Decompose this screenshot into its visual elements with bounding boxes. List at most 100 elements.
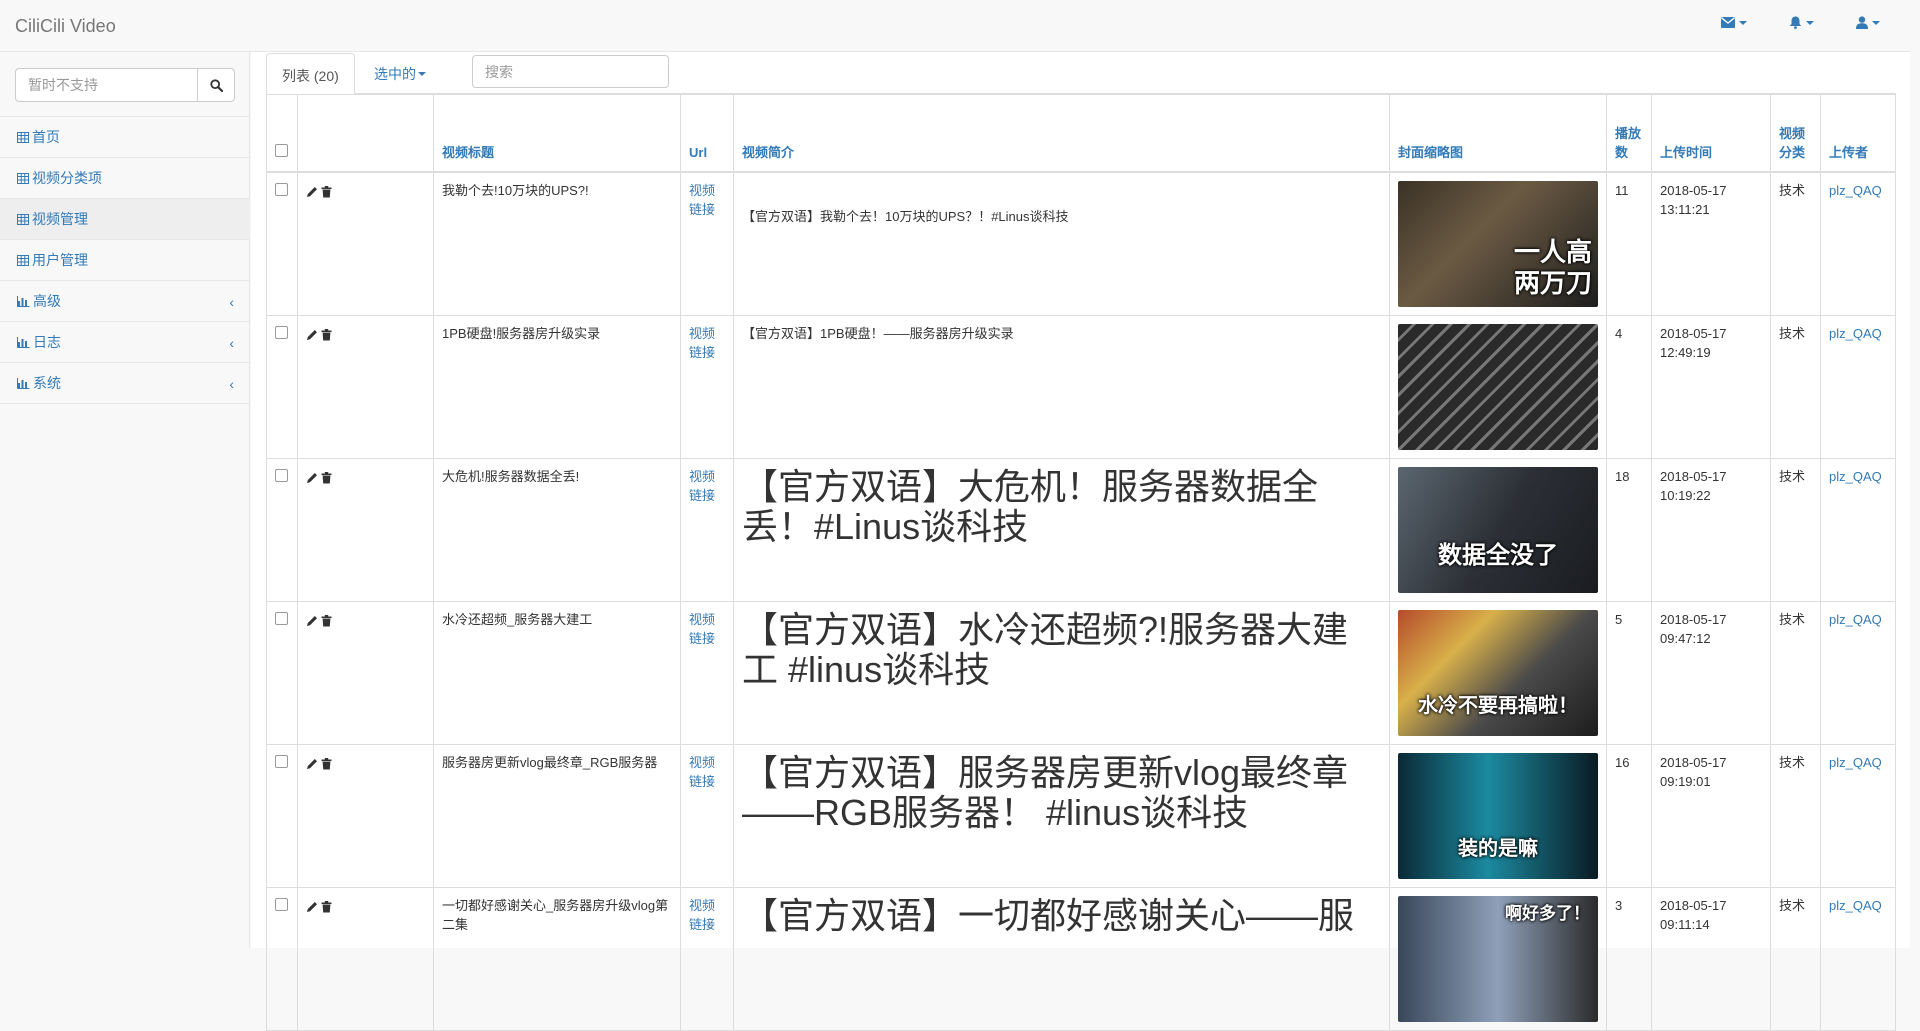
- uploader-link[interactable]: plz_QAQ: [1829, 755, 1882, 770]
- uploader-link[interactable]: plz_QAQ: [1829, 183, 1882, 198]
- video-url-cell: 视频链接: [680, 743, 734, 888]
- tab-selected-dropdown[interactable]: 选中的: [359, 53, 441, 95]
- category-cell: 技术: [1770, 314, 1821, 459]
- video-title-cell: 服务器房更新vlog最终章_RGB服务器: [433, 743, 681, 888]
- delete-trash-icon[interactable]: [321, 327, 332, 347]
- row-checkbox[interactable]: [275, 468, 288, 482]
- table-row: 一切都好感谢关心_服务器房升级vlog第二集 视频链接 【官方双语】一切都好感谢关心…: [266, 886, 1896, 1031]
- edit-pencil-icon[interactable]: [306, 613, 318, 633]
- row-select-cell: [266, 171, 298, 316]
- delete-trash-icon[interactable]: [321, 756, 332, 776]
- category-cell: 技术: [1770, 171, 1821, 316]
- sidebar-item[interactable]: 视频管理: [0, 199, 250, 240]
- video-title-cell: 我勒个去!10万块的UPS?!: [433, 171, 681, 316]
- row-checkbox[interactable]: [275, 325, 288, 339]
- brand-link[interactable]: CiliCili Video: [15, 16, 116, 37]
- row-select-cell: [266, 743, 298, 888]
- plays-cell: 18: [1606, 457, 1652, 602]
- video-thumbnail: 一人高 两万刀: [1398, 180, 1598, 307]
- row-select-cell: [266, 314, 298, 459]
- thumbnail-cell: [1389, 314, 1607, 459]
- sidebar-item[interactable]: 用户管理: [0, 240, 250, 281]
- tab-selected-label: 选中的: [374, 66, 416, 82]
- chevron-down-icon: [1806, 20, 1814, 25]
- header-uploader[interactable]: 上传者: [1820, 94, 1896, 173]
- plays-cell: 3: [1606, 886, 1652, 1031]
- edit-pencil-icon[interactable]: [306, 470, 318, 490]
- uploader-cell: plz_QAQ: [1820, 743, 1896, 888]
- messages-dropdown[interactable]: [1721, 16, 1747, 29]
- sidebar-item[interactable]: 高级 ‹: [0, 281, 250, 322]
- table-row: 水冷还超频_服务器大建工 视频链接 【官方双语】水冷还超频?!服务器大建工 #lin…: [266, 600, 1896, 745]
- tab-list[interactable]: 列表 (20): [266, 53, 355, 95]
- edit-pencil-icon[interactable]: [306, 184, 318, 204]
- chevron-down-icon: [1872, 20, 1880, 25]
- header-desc[interactable]: 视频简介: [733, 94, 1390, 173]
- edit-pencil-icon[interactable]: [306, 899, 318, 919]
- delete-trash-icon[interactable]: [321, 470, 332, 490]
- video-url-cell: 视频链接: [680, 886, 734, 1031]
- delete-trash-icon[interactable]: [321, 184, 332, 204]
- row-checkbox[interactable]: [275, 754, 288, 768]
- table-icon: [17, 131, 29, 143]
- delete-trash-icon[interactable]: [321, 899, 332, 919]
- upload-date: 2018-05-17: [1660, 182, 1727, 198]
- video-title-cell: 大危机!服务器数据全丢!: [433, 457, 681, 602]
- notifications-dropdown[interactable]: [1789, 16, 1814, 29]
- category-cell: 技术: [1770, 457, 1821, 602]
- video-thumbnail: 数据全没了: [1398, 466, 1598, 593]
- uploader-link[interactable]: plz_QAQ: [1829, 898, 1882, 913]
- sidebar-item-label: 高级: [33, 293, 61, 309]
- video-thumbnail: 水冷不要再搞啦！: [1398, 609, 1598, 736]
- bar-chart-icon: [17, 336, 30, 348]
- upload-date: 2018-05-17: [1660, 897, 1727, 913]
- sidebar-item[interactable]: 日志 ‹: [0, 322, 250, 363]
- uploader-link[interactable]: plz_QAQ: [1829, 326, 1882, 341]
- video-link[interactable]: 视频链接: [689, 326, 715, 361]
- video-link[interactable]: 视频链接: [689, 469, 715, 504]
- header-time[interactable]: 上传时间: [1651, 94, 1771, 173]
- header-url[interactable]: Url: [680, 94, 734, 173]
- row-actions-cell: [297, 886, 434, 1031]
- video-link[interactable]: 视频链接: [689, 183, 715, 218]
- header-plays[interactable]: 播放数: [1606, 94, 1652, 173]
- video-title-cell: 1PB硬盘!服务器房升级实录: [433, 314, 681, 459]
- sidebar-item[interactable]: 系统 ‹: [0, 363, 250, 404]
- sidebar-item-label: 用户管理: [32, 252, 88, 268]
- header-thumb[interactable]: 封面缩略图: [1389, 94, 1607, 173]
- thumbnail-caption: 装的是嘛: [1458, 835, 1538, 860]
- video-url-cell: 视频链接: [680, 457, 734, 602]
- category-cell: 技术: [1770, 743, 1821, 888]
- table-search-input[interactable]: [472, 55, 669, 88]
- select-all-checkbox[interactable]: [275, 144, 288, 157]
- bell-icon: [1789, 16, 1802, 29]
- upload-time-cell: 2018-05-17 09:11:14: [1651, 886, 1771, 1031]
- uploader-link[interactable]: plz_QAQ: [1829, 469, 1882, 484]
- video-desc-text: 【官方双语】1PB硬盘！——服务器房升级实录: [742, 325, 1014, 341]
- table-row: 服务器房更新vlog最终章_RGB服务器 视频链接 【官方双语】服务器房更新vlog…: [266, 743, 1896, 888]
- sidebar-item[interactable]: 视频分类项: [0, 158, 250, 199]
- row-checkbox[interactable]: [275, 611, 288, 625]
- sidebar-item[interactable]: 首页: [0, 117, 250, 158]
- video-table: 视频标题 Url 视频简介 封面缩略图 播放数 上传时间 视频分类 上传者 我勒…: [266, 94, 1896, 1031]
- row-actions-cell: [297, 743, 434, 888]
- upload-clock-time: 13:11:21: [1660, 202, 1710, 217]
- row-checkbox[interactable]: [275, 897, 288, 911]
- sidebar-search-input[interactable]: [15, 68, 197, 102]
- header-title[interactable]: 视频标题: [433, 94, 681, 173]
- row-checkbox[interactable]: [275, 182, 288, 196]
- user-dropdown[interactable]: [1856, 16, 1880, 29]
- thumbnail-caption: 水冷不要再搞啦！: [1418, 692, 1578, 717]
- video-link[interactable]: 视频链接: [689, 755, 715, 790]
- delete-trash-icon[interactable]: [321, 613, 332, 633]
- edit-pencil-icon[interactable]: [306, 756, 318, 776]
- header-category[interactable]: 视频分类: [1770, 94, 1821, 173]
- edit-pencil-icon[interactable]: [306, 327, 318, 347]
- sidebar-search-button[interactable]: [197, 68, 235, 102]
- row-select-cell: [266, 457, 298, 602]
- video-desc-text: 【官方双语】服务器房更新vlog最终章——RGB服务器！ #linus谈科技: [742, 751, 1349, 833]
- upload-date: 2018-05-17: [1660, 754, 1727, 770]
- uploader-link[interactable]: plz_QAQ: [1829, 612, 1882, 627]
- video-link[interactable]: 视频链接: [689, 898, 715, 933]
- video-link[interactable]: 视频链接: [689, 612, 715, 647]
